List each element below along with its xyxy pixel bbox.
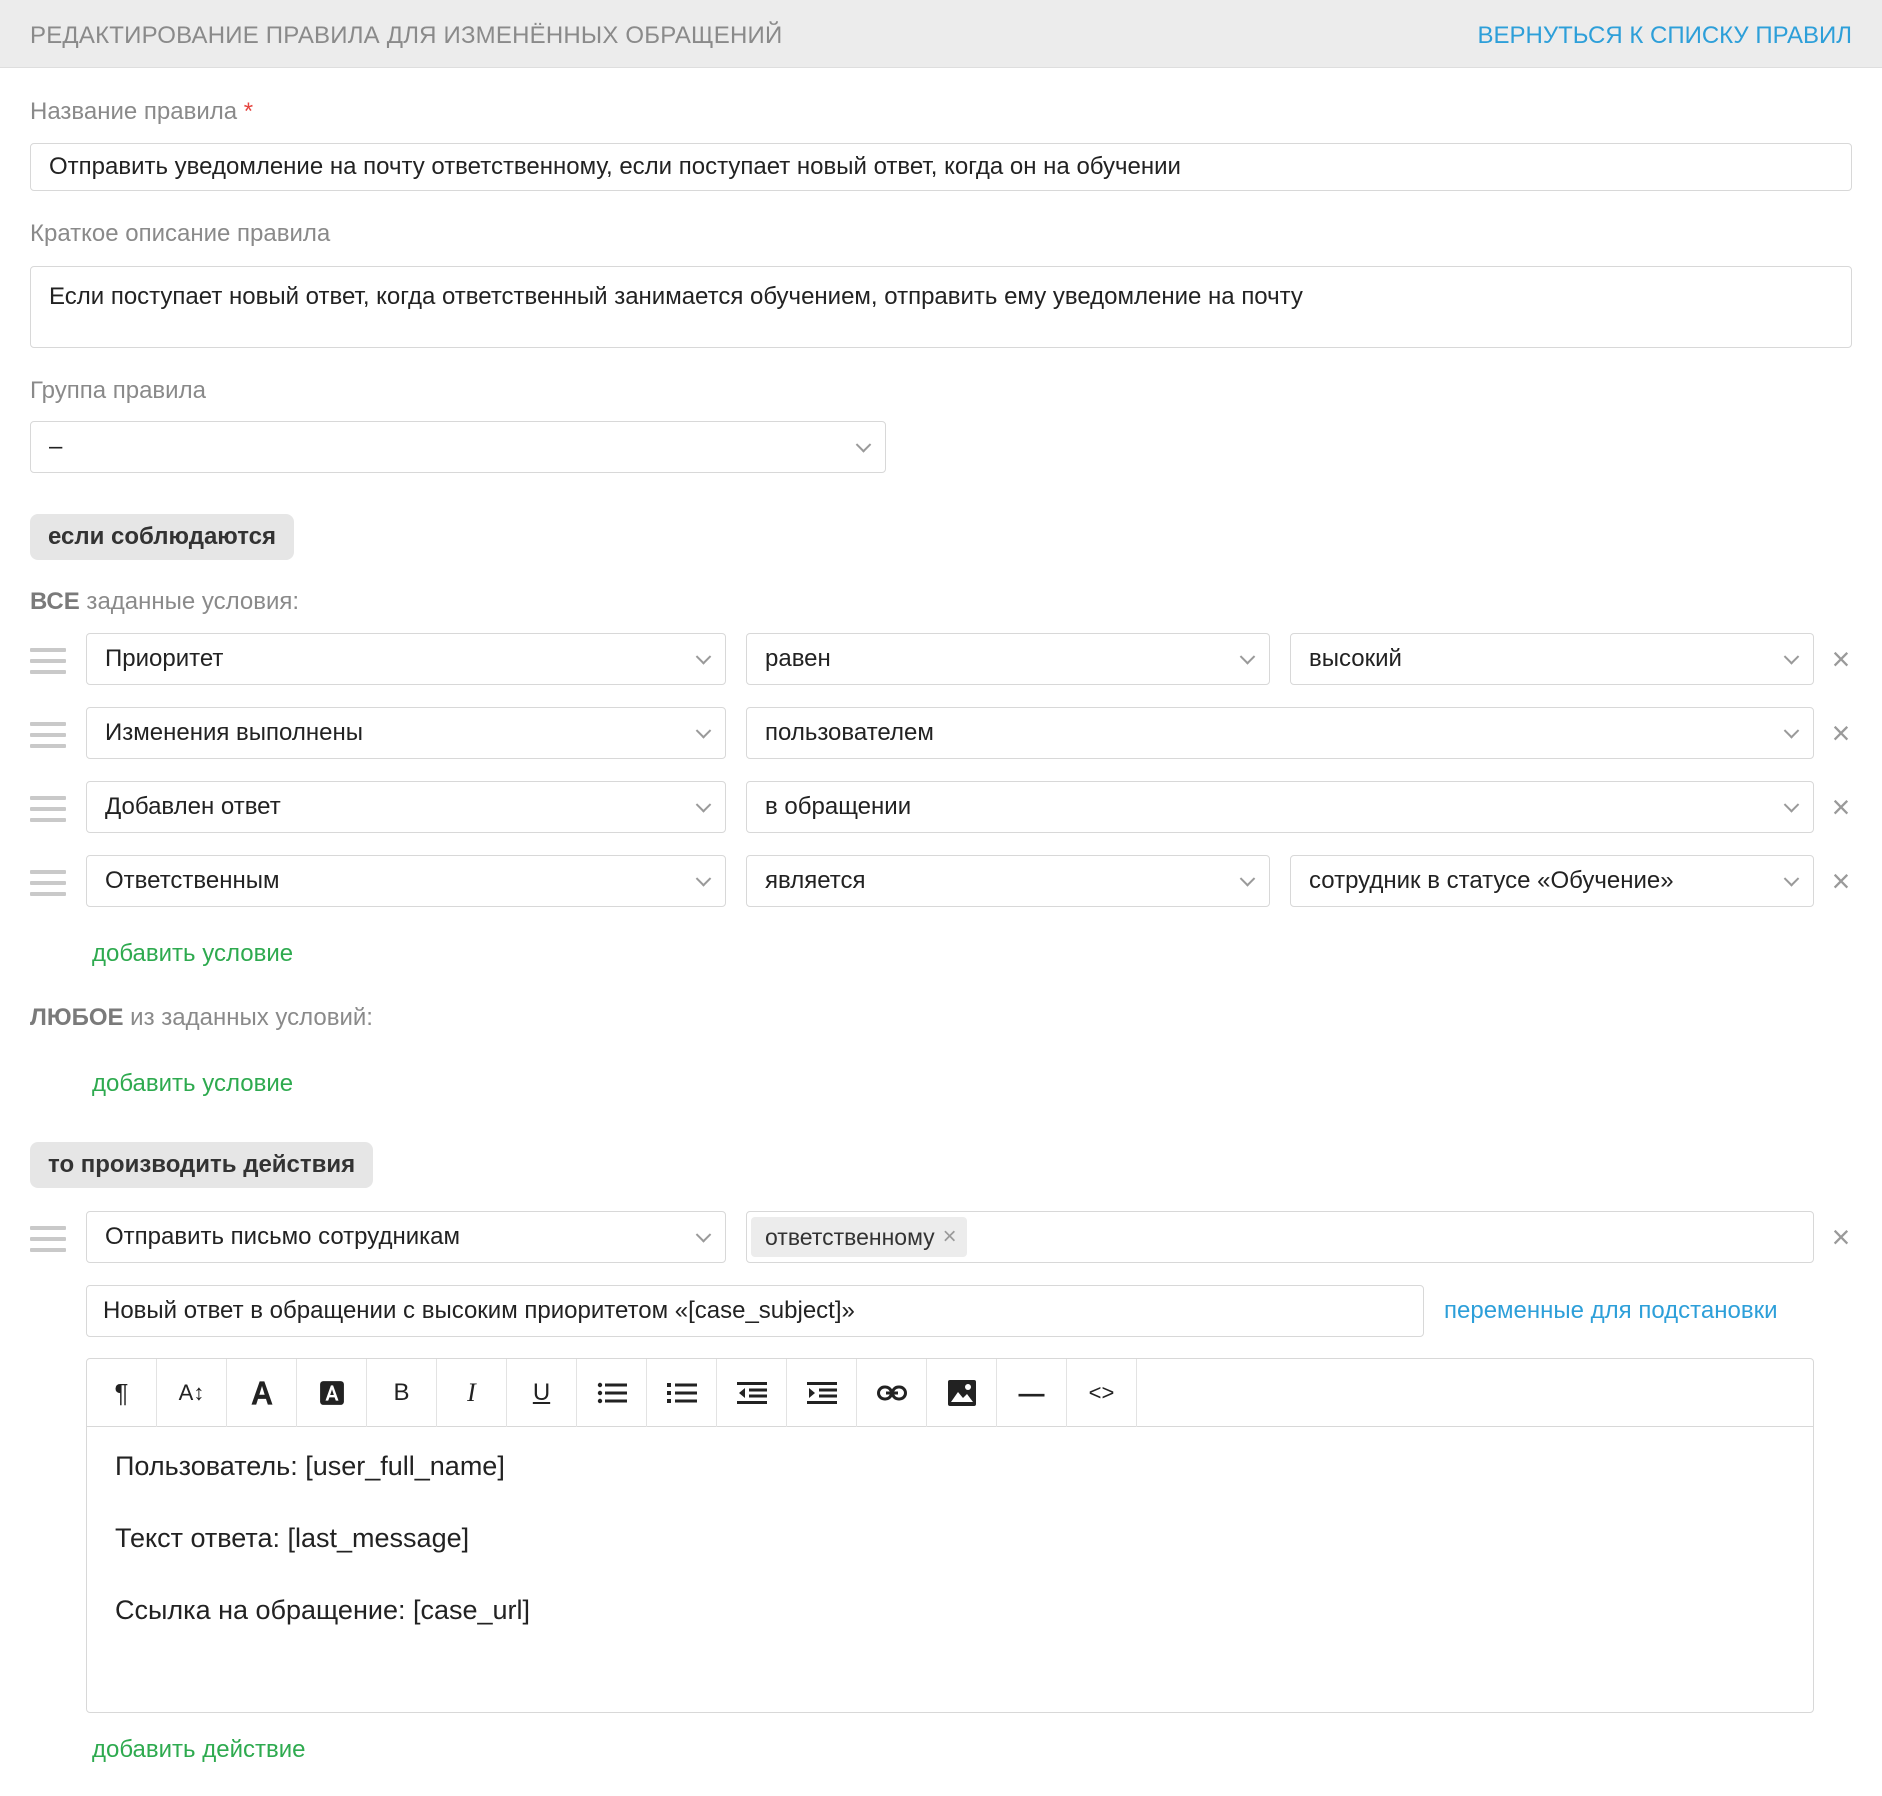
outdent-icon[interactable]: [717, 1359, 787, 1427]
then-actions-pill: то производить действия: [30, 1142, 374, 1188]
rule-description-label: Краткое описание правила: [30, 220, 331, 247]
back-to-rules-link[interactable]: ВЕРНУТЬСЯ К СПИСКУ ПРАВИЛ: [1478, 22, 1852, 50]
action-type-select[interactable]: Отправить письмо сотрудникам: [86, 1211, 726, 1263]
substitution-variables-link[interactable]: переменные для подстановки: [1444, 1297, 1777, 1325]
remove-action-icon[interactable]: ×: [1826, 1221, 1856, 1253]
condition-field-select[interactable]: Ответственным: [86, 855, 726, 907]
drag-handle-icon[interactable]: [30, 868, 66, 898]
chevron-down-icon: [695, 1227, 712, 1243]
any-conditions-label: ЛЮБОЕ из заданных условий:: [30, 1004, 373, 1031]
link-icon[interactable]: [857, 1359, 927, 1427]
rule-name-label: Название правила *: [30, 98, 254, 125]
condition-field-select[interactable]: Приоритет: [86, 633, 726, 685]
italic-icon[interactable]: I: [437, 1359, 507, 1427]
font-size-icon[interactable]: A↕: [157, 1359, 227, 1427]
horizontal-rule-icon[interactable]: —: [997, 1359, 1067, 1427]
unordered-list-icon[interactable]: [577, 1359, 647, 1427]
condition-operator-select[interactable]: равен: [746, 633, 1270, 685]
chevron-down-icon: [1783, 723, 1800, 739]
condition-field-select[interactable]: Изменения выполнены: [86, 707, 726, 759]
chevron-down-icon: [695, 797, 712, 813]
condition-field-select[interactable]: Добавлен ответ: [86, 781, 726, 833]
ordered-list-icon[interactable]: [647, 1359, 717, 1427]
remove-condition-icon[interactable]: ×: [1826, 865, 1856, 897]
add-all-condition-link[interactable]: добавить условие: [92, 940, 293, 968]
editor-toolbar: ¶ A↕ B I U — <>: [87, 1359, 1813, 1427]
rule-group-label: Группа правила: [30, 377, 206, 404]
recipients-tag-input[interactable]: ответственному ×: [746, 1211, 1814, 1263]
email-body-line: Текст ответа: [last_message]: [115, 1523, 470, 1553]
rule-group-value: –: [49, 433, 63, 460]
rule-name-input[interactable]: Отправить уведомление на почту ответстве…: [30, 143, 1852, 191]
chevron-down-icon: [695, 723, 712, 739]
background-color-icon[interactable]: [297, 1359, 367, 1427]
if-conditions-pill: если соблюдаются: [30, 514, 294, 560]
chevron-down-icon: [855, 437, 872, 453]
condition-value-select[interactable]: высокий: [1290, 633, 1814, 685]
page-title: РЕДАКТИРОВАНИЕ ПРАВИЛА ДЛЯ ИЗМЕНЁННЫХ ОБ…: [30, 22, 783, 49]
bold-icon[interactable]: B: [367, 1359, 437, 1427]
required-mark: *: [243, 98, 254, 125]
underline-icon[interactable]: U: [507, 1359, 577, 1427]
chevron-down-icon: [1783, 649, 1800, 665]
email-subject-input[interactable]: Новый ответ в обращении с высоким приори…: [86, 1285, 1424, 1337]
chevron-down-icon: [1239, 649, 1256, 665]
page-header: РЕДАКТИРОВАНИЕ ПРАВИЛА ДЛЯ ИЗМЕНЁННЫХ ОБ…: [0, 0, 1882, 68]
text-color-icon[interactable]: [227, 1359, 297, 1427]
email-body-editor: ¶ A↕ B I U — <> Пользователь: [user_full…: [86, 1358, 1814, 1713]
remove-condition-icon[interactable]: ×: [1826, 791, 1856, 823]
rule-description-textarea[interactable]: Если поступает новый ответ, когда ответс…: [30, 266, 1852, 348]
drag-handle-icon[interactable]: [30, 720, 66, 750]
remove-tag-icon[interactable]: ×: [943, 1223, 957, 1251]
email-body-content[interactable]: Пользователь: [user_full_name] Текст отв…: [115, 1451, 530, 1667]
drag-handle-icon[interactable]: [30, 1224, 66, 1254]
add-any-condition-link[interactable]: добавить условие: [92, 1070, 293, 1098]
email-body-line: Ссылка на обращение: [case_url]: [115, 1595, 531, 1625]
paragraph-icon[interactable]: ¶: [87, 1359, 157, 1427]
indent-icon[interactable]: [787, 1359, 857, 1427]
drag-handle-icon[interactable]: [30, 646, 66, 676]
chevron-down-icon: [1239, 871, 1256, 887]
condition-operator-select[interactable]: в обращении: [746, 781, 1814, 833]
recipient-tag: ответственному ×: [751, 1217, 967, 1257]
code-icon[interactable]: <>: [1067, 1359, 1137, 1427]
condition-operator-select[interactable]: является: [746, 855, 1270, 907]
all-conditions-label: ВСЕ заданные условия:: [30, 588, 300, 615]
email-body-line: Пользователь: [user_full_name]: [115, 1451, 505, 1481]
chevron-down-icon: [1783, 797, 1800, 813]
image-icon[interactable]: [927, 1359, 997, 1427]
chevron-down-icon: [1783, 871, 1800, 887]
chevron-down-icon: [695, 871, 712, 887]
condition-operator-select[interactable]: пользователем: [746, 707, 1814, 759]
remove-condition-icon[interactable]: ×: [1826, 717, 1856, 749]
add-action-link[interactable]: добавить действие: [92, 1736, 305, 1764]
rule-group-select[interactable]: –: [30, 421, 886, 473]
remove-condition-icon[interactable]: ×: [1826, 643, 1856, 675]
chevron-down-icon: [695, 649, 712, 665]
condition-value-select[interactable]: сотрудник в статусе «Обучение»: [1290, 855, 1814, 907]
drag-handle-icon[interactable]: [30, 794, 66, 824]
